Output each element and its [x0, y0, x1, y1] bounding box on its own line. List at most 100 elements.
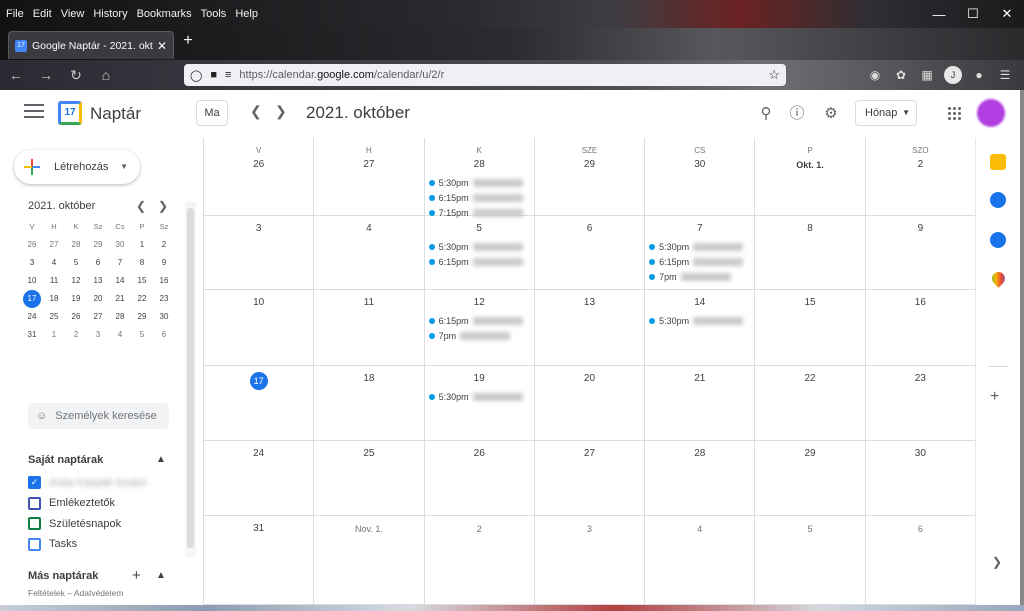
collapse-other-calendars-icon[interactable]: ▲ [156, 570, 166, 581]
settings-gear-icon[interactable]: ⚙ [821, 104, 841, 124]
mini-day[interactable]: 22 [131, 290, 153, 308]
day-cell[interactable]: 10 [204, 290, 315, 365]
mini-day[interactable]: 2 [153, 236, 175, 254]
day-cell[interactable]: 3 [535, 516, 646, 604]
day-number[interactable]: 27 [314, 158, 423, 172]
day-number[interactable]: 17 [249, 372, 268, 390]
day-number[interactable]: 3 [204, 222, 313, 236]
day-cell[interactable]: 19 5:30pm [425, 366, 535, 440]
day-cell[interactable]: V 26 [204, 138, 315, 215]
google-apps-icon[interactable] [948, 107, 962, 121]
day-cell[interactable]: 14 5:30pm [645, 290, 756, 365]
day-number[interactable]: 15 [755, 296, 864, 310]
mini-day[interactable]: 31 [21, 326, 43, 344]
tasks-icon[interactable] [990, 192, 1006, 208]
day-number[interactable]: 6 [535, 222, 644, 236]
day-number[interactable]: Nov. 1. [314, 522, 423, 536]
day-number[interactable]: 5 [755, 522, 864, 536]
mini-day[interactable]: 11 [43, 272, 65, 290]
day-number[interactable]: 31 [204, 522, 313, 536]
calendar-event[interactable]: 5:30pm [425, 389, 534, 404]
extension-color-icon[interactable]: ✿ [892, 66, 910, 84]
day-number[interactable]: 4 [314, 222, 423, 236]
close-window-icon[interactable]: ✕ [990, 0, 1024, 28]
menu-bookmarks[interactable]: Bookmarks [137, 8, 192, 20]
mini-day[interactable]: 4 [43, 254, 65, 272]
main-menu-icon[interactable] [24, 104, 44, 122]
day-cell[interactable]: 17 [204, 366, 315, 440]
day-number[interactable]: 26 [204, 158, 313, 172]
view-switcher-button[interactable]: Hónap ▼ [855, 100, 917, 126]
mini-day[interactable]: 28 [109, 308, 131, 326]
home-icon[interactable]: ⌂ [92, 67, 120, 83]
calendar-event[interactable]: 5:30pm [645, 313, 754, 328]
extension-icon[interactable]: ▦ [918, 66, 936, 84]
page-scrollbar[interactable] [1020, 90, 1024, 605]
today-button[interactable]: Ma [196, 100, 228, 126]
reload-icon[interactable]: ↻ [62, 67, 90, 84]
day-cell[interactable]: 26 [425, 441, 535, 515]
mini-day[interactable]: 7 [109, 254, 131, 272]
mini-day[interactable]: 12 [65, 272, 87, 290]
mini-day[interactable]: 21 [109, 290, 131, 308]
forward-icon[interactable]: → [32, 67, 60, 83]
help-icon[interactable]: ⓘ [787, 104, 807, 124]
mini-day[interactable]: 14 [109, 272, 131, 290]
day-number[interactable]: 13 [535, 296, 644, 310]
day-cell[interactable]: 22 [755, 366, 866, 440]
day-number[interactable]: 30 [645, 158, 754, 172]
calendar-event[interactable]: 7pm [645, 269, 754, 284]
day-cell[interactable]: 11 [314, 290, 425, 365]
sidebar-scroll-thumb[interactable] [187, 208, 194, 548]
day-cell[interactable]: 31 [204, 516, 315, 604]
calendar-event[interactable]: 6:15pm [425, 254, 534, 269]
day-number[interactable]: 5 [425, 222, 534, 236]
search-icon[interactable]: ⚲ [756, 104, 776, 124]
day-number[interactable]: 23 [866, 372, 975, 386]
calendar-event[interactable]: 6:15pm [425, 313, 534, 328]
menu-help[interactable]: Help [235, 8, 258, 20]
calendar-checkbox[interactable] [28, 496, 41, 510]
day-number[interactable]: 2 [425, 522, 534, 536]
day-number[interactable]: 29 [755, 447, 864, 461]
mini-day[interactable]: 2 [65, 326, 87, 344]
day-cell[interactable]: 6 [535, 216, 646, 289]
calendar-list-item[interactable]: Emlékeztetők [28, 496, 115, 510]
mini-day[interactable]: 16 [153, 272, 175, 290]
menu-history[interactable]: History [93, 8, 127, 20]
mini-day[interactable]: 1 [43, 326, 65, 344]
calendar-checkbox[interactable] [28, 517, 41, 530]
day-cell[interactable]: 18 [314, 366, 425, 440]
day-cell[interactable]: 2 [425, 516, 535, 604]
contacts-icon[interactable] [990, 232, 1006, 248]
lock-icon[interactable]: ■ [210, 69, 217, 81]
calendar-event[interactable]: 5:30pm [425, 175, 534, 190]
mini-day[interactable]: 3 [87, 326, 109, 344]
mini-day[interactable]: 8 [131, 254, 153, 272]
my-calendars-title[interactable]: Saját naptárak [28, 454, 103, 466]
day-cell[interactable]: SZO 2 [866, 138, 976, 215]
day-cell[interactable]: 9 [866, 216, 976, 289]
mini-prev-icon[interactable]: ❮ [136, 199, 146, 213]
minimize-icon[interactable]: — [922, 0, 956, 28]
mini-day[interactable]: 23 [153, 290, 175, 308]
menu-view[interactable]: View [61, 8, 85, 20]
mini-day[interactable]: 29 [87, 236, 109, 254]
day-cell[interactable]: P Okt. 1. [755, 138, 866, 215]
mini-day[interactable]: 3 [21, 254, 43, 272]
mini-day[interactable]: 17 [23, 290, 41, 308]
mini-day[interactable]: 25 [43, 308, 65, 326]
mini-day[interactable]: 9 [153, 254, 175, 272]
day-cell[interactable]: 28 [645, 441, 756, 515]
calendar-list-item[interactable]: Születésnapok [28, 517, 121, 530]
day-number[interactable]: 20 [535, 372, 644, 386]
mini-day[interactable]: 28 [65, 236, 87, 254]
day-cell[interactable]: 15 [755, 290, 866, 365]
day-cell[interactable]: 12 6:15pm 7pm [425, 290, 535, 365]
bookmark-star-icon[interactable]: ☆ [768, 67, 780, 83]
day-cell[interactable]: H 27 [314, 138, 425, 215]
new-tab-icon[interactable]: + [180, 32, 196, 50]
day-number[interactable]: 12 [425, 296, 534, 310]
calendar-event[interactable]: 6:15pm [425, 190, 534, 205]
day-cell[interactable]: CS 30 [645, 138, 756, 215]
